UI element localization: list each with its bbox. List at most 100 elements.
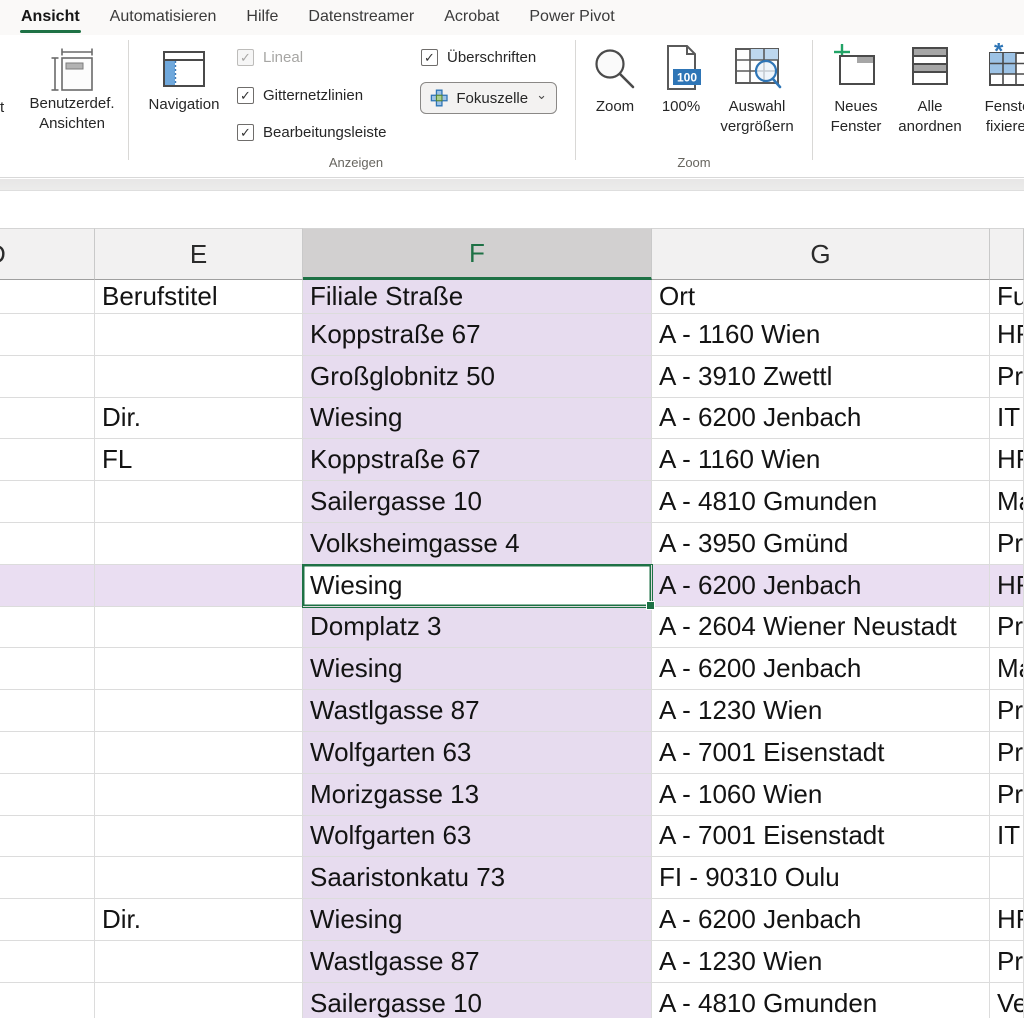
- cell[interactable]: Wastlgasse 87: [303, 690, 652, 732]
- cell[interactable]: Fu: [990, 280, 1024, 314]
- cell[interactable]: A - 3950 Gmünd: [652, 523, 990, 565]
- cell[interactable]: [95, 774, 303, 816]
- cell[interactable]: Großglobnitz 50: [303, 356, 652, 398]
- cell[interactable]: [0, 356, 95, 398]
- cell[interactable]: A - 6200 Jenbach: [652, 398, 990, 440]
- cell[interactable]: IT: [990, 816, 1024, 858]
- cell[interactable]: [95, 983, 303, 1018]
- tab-automatisieren[interactable]: Automatisieren: [95, 0, 232, 35]
- cell[interactable]: Wastlgasse 87: [303, 941, 652, 983]
- cell[interactable]: HR: [990, 899, 1024, 941]
- checkbox-gitternetzlinien[interactable]: ✓ Gitternetzlinien: [237, 87, 363, 104]
- tab-datenstreamer[interactable]: Datenstreamer: [293, 0, 429, 35]
- cell[interactable]: Dir.: [95, 899, 303, 941]
- cell[interactable]: A - 6200 Jenbach: [652, 565, 990, 607]
- cell[interactable]: [0, 565, 95, 607]
- cell[interactable]: Koppstraße 67: [303, 439, 652, 481]
- zoom-button[interactable]: Zoom: [578, 43, 652, 117]
- cell[interactable]: [0, 439, 95, 481]
- cell[interactable]: [95, 690, 303, 732]
- tab-acrobat[interactable]: Acrobat: [429, 0, 514, 35]
- freeze-panes-button[interactable]: * Fenster fixieren: [964, 43, 1024, 137]
- column-header-E[interactable]: E: [95, 228, 303, 280]
- cell[interactable]: [0, 648, 95, 690]
- checkbox-ueberschriften[interactable]: ✓ Überschriften: [421, 49, 536, 66]
- cell[interactable]: [0, 398, 95, 440]
- cell[interactable]: Wiesing: [303, 648, 652, 690]
- cell[interactable]: [95, 356, 303, 398]
- zoom-to-selection-button[interactable]: Auswahl vergrößern: [709, 43, 805, 137]
- tab-hilfe[interactable]: Hilfe: [231, 0, 293, 35]
- zoom-100-button[interactable]: 100 100%: [648, 43, 714, 117]
- tab-power-pivot[interactable]: Power Pivot: [514, 0, 629, 35]
- cell[interactable]: HR: [990, 565, 1024, 607]
- cell[interactable]: A - 2604 Wiener Neustadt: [652, 607, 990, 649]
- cell[interactable]: Wolfgarten 63: [303, 732, 652, 774]
- cell[interactable]: Volksheimgasse 4: [303, 523, 652, 565]
- cell[interactable]: Morizgasse 13: [303, 774, 652, 816]
- arrange-all-button[interactable]: Alle anordnen: [886, 43, 974, 137]
- cell[interactable]: [0, 816, 95, 858]
- cell[interactable]: A - 1160 Wien: [652, 439, 990, 481]
- cell[interactable]: Saaristonkatu 73: [303, 857, 652, 899]
- cell[interactable]: A - 7001 Eisenstadt: [652, 732, 990, 774]
- cell[interactable]: A - 1060 Wien: [652, 774, 990, 816]
- cell[interactable]: Sailergasse 10: [303, 983, 652, 1018]
- cell[interactable]: [95, 314, 303, 356]
- cell[interactable]: Pr: [990, 607, 1024, 649]
- cell[interactable]: [0, 523, 95, 565]
- cell[interactable]: A - 1230 Wien: [652, 690, 990, 732]
- cell[interactable]: A - 6200 Jenbach: [652, 648, 990, 690]
- cell[interactable]: Ma: [990, 648, 1024, 690]
- cell[interactable]: A - 1160 Wien: [652, 314, 990, 356]
- cell[interactable]: HR: [990, 439, 1024, 481]
- custom-views-button[interactable]: Benutzerdef. Ansichten: [16, 40, 128, 134]
- cell[interactable]: A - 3910 Zwettl: [652, 356, 990, 398]
- cell[interactable]: Filiale Straße: [303, 280, 652, 314]
- cell[interactable]: Pr: [990, 690, 1024, 732]
- cell[interactable]: [0, 280, 95, 314]
- cell[interactable]: Wiesing: [303, 398, 652, 440]
- checkbox-bearbeitungsleiste[interactable]: ✓ Bearbeitungsleiste: [237, 124, 386, 141]
- cell[interactable]: [95, 565, 303, 607]
- cell[interactable]: Wiesing: [303, 899, 652, 941]
- cell[interactable]: [0, 857, 95, 899]
- cell[interactable]: [95, 481, 303, 523]
- cell[interactable]: Pr: [990, 732, 1024, 774]
- checkbox-lineal[interactable]: ✓ Lineal: [237, 49, 303, 66]
- cell[interactable]: Koppstraße 67: [303, 314, 652, 356]
- cell[interactable]: [0, 607, 95, 649]
- cell[interactable]: [0, 774, 95, 816]
- cell[interactable]: [0, 732, 95, 774]
- cell[interactable]: Dir.: [95, 398, 303, 440]
- cell[interactable]: Pr: [990, 941, 1024, 983]
- active-cell[interactable]: Wiesing: [303, 565, 652, 607]
- cell[interactable]: A - 4810 Gmunden: [652, 481, 990, 523]
- cell[interactable]: [990, 857, 1024, 899]
- cell[interactable]: [95, 816, 303, 858]
- cell[interactable]: Berufstitel: [95, 280, 303, 314]
- cell[interactable]: Sailergasse 10: [303, 481, 652, 523]
- cell[interactable]: A - 1230 Wien: [652, 941, 990, 983]
- cell[interactable]: Ort: [652, 280, 990, 314]
- cell[interactable]: [95, 648, 303, 690]
- cell[interactable]: [95, 523, 303, 565]
- cell[interactable]: [95, 607, 303, 649]
- cell[interactable]: A - 6200 Jenbach: [652, 899, 990, 941]
- tab-ansicht[interactable]: Ansicht: [6, 0, 95, 35]
- cell[interactable]: [0, 899, 95, 941]
- column-header-clipped[interactable]: [990, 228, 1024, 280]
- cell[interactable]: Wolfgarten 63: [303, 816, 652, 858]
- cell[interactable]: Ma: [990, 481, 1024, 523]
- focus-cell-button[interactable]: Fokuszelle ⌄: [420, 82, 557, 114]
- cell[interactable]: HR: [990, 314, 1024, 356]
- cell[interactable]: Pr: [990, 774, 1024, 816]
- cell[interactable]: IT: [990, 398, 1024, 440]
- cell[interactable]: Domplatz 3: [303, 607, 652, 649]
- column-header-F[interactable]: F: [303, 228, 652, 280]
- cell[interactable]: [0, 941, 95, 983]
- cell[interactable]: Pr: [990, 356, 1024, 398]
- cell[interactable]: [0, 314, 95, 356]
- cell[interactable]: [0, 983, 95, 1018]
- cell[interactable]: [95, 732, 303, 774]
